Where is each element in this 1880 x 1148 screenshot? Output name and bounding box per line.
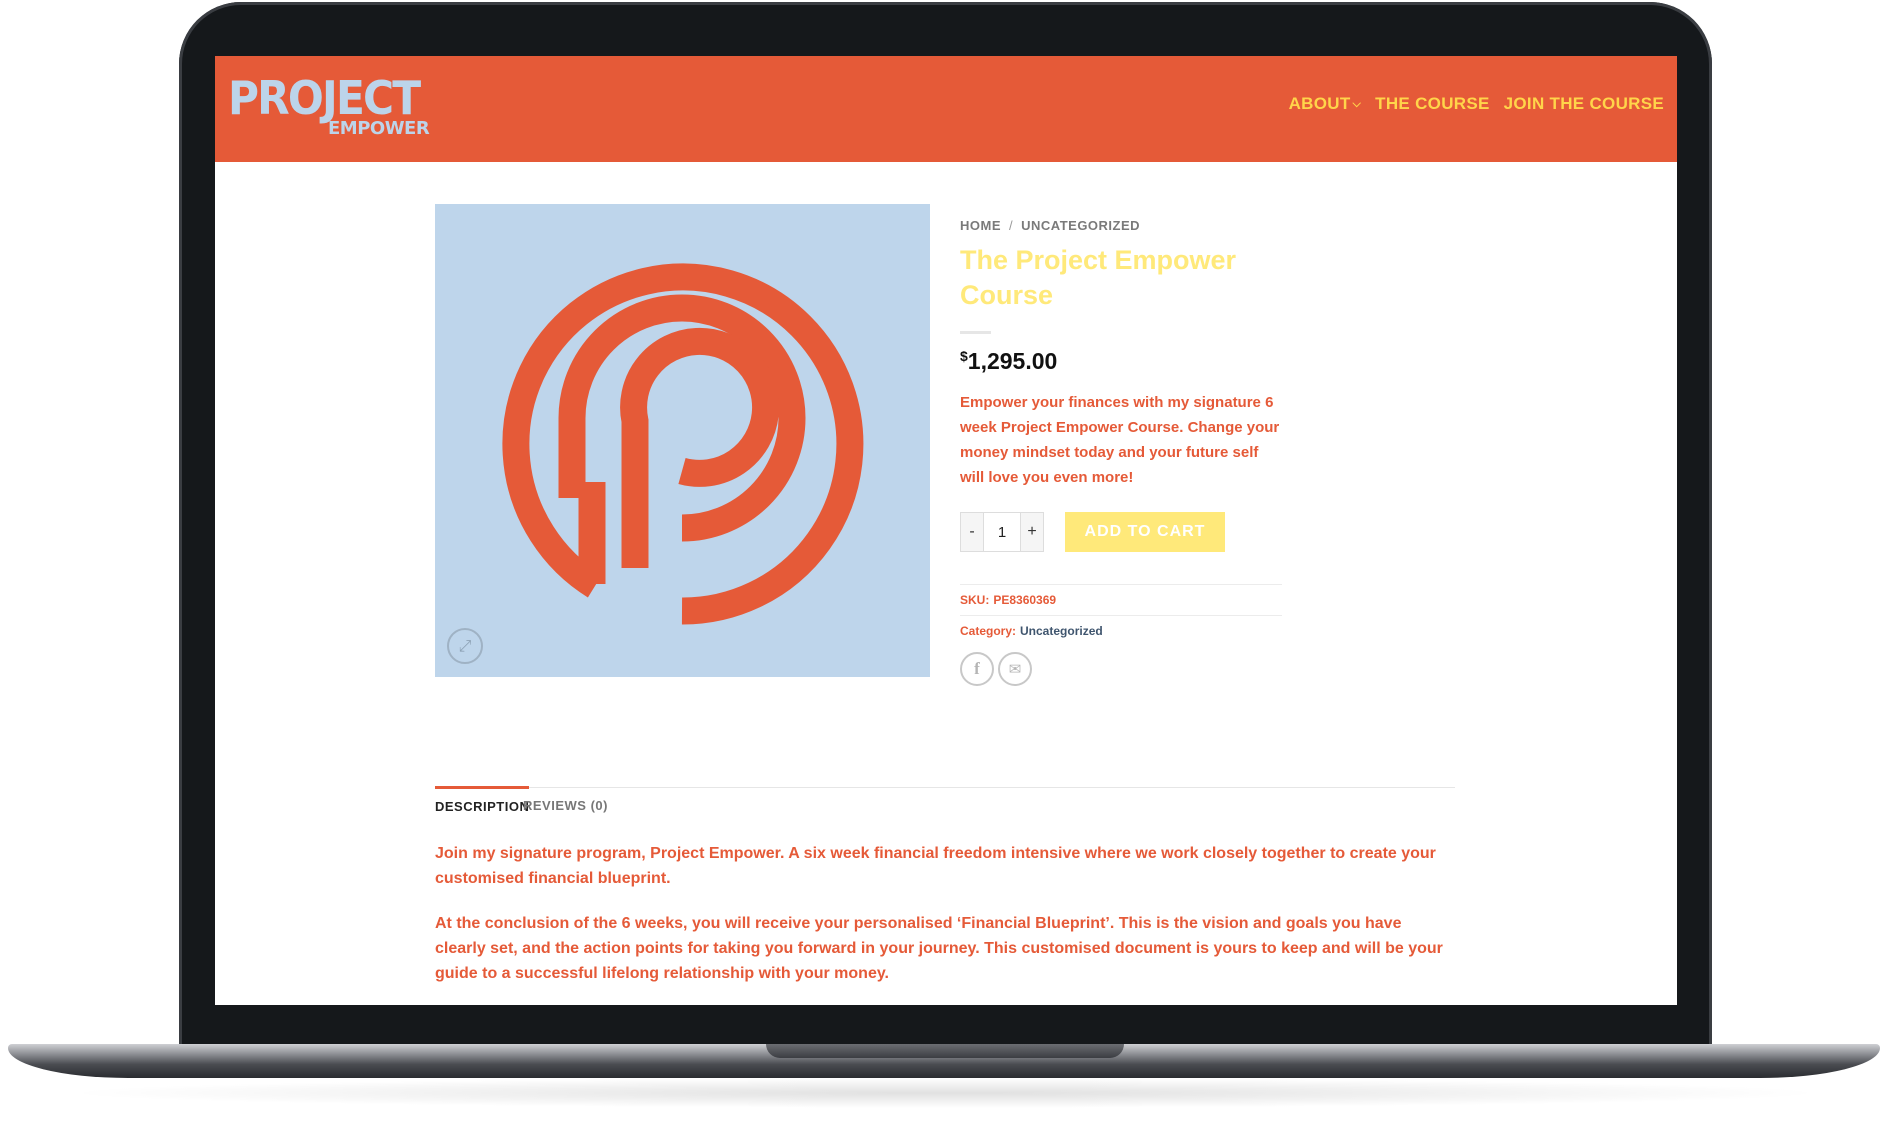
site-header: PROJECT EMPOWER ABOUT ⌵ THE COURSE JOIN … xyxy=(215,56,1677,162)
price-amount: 1,295.00 xyxy=(967,348,1058,374)
p-logo-icon xyxy=(502,263,864,625)
product-tabs: DESCRIPTION REVIEWS (0) xyxy=(435,786,1455,823)
logo-sub-text: EMPOWER xyxy=(328,118,430,139)
quantity-minus-button[interactable]: - xyxy=(961,513,983,551)
site-logo[interactable]: PROJECT EMPOWER xyxy=(228,72,438,146)
breadcrumb-home[interactable]: HOME xyxy=(960,218,1001,233)
chevron-down-icon: ⌵ xyxy=(1352,97,1362,110)
breadcrumb-separator: / xyxy=(1009,218,1014,233)
product-short-description: Empower your finances with my signature … xyxy=(960,394,1280,486)
add-to-cart-row: - + ADD TO CART xyxy=(960,512,1282,552)
browser-screen: PROJECT EMPOWER ABOUT ⌵ THE COURSE JOIN … xyxy=(215,56,1677,1005)
product-summary: HOME / UNCATEGORIZED The Project Empower C… xyxy=(960,204,1282,686)
product-title: The Project Empower Course xyxy=(960,245,1237,310)
expand-icon[interactable]: ⤢ xyxy=(447,628,483,664)
nav-item-join-the-course[interactable]: JOIN THE COURSE xyxy=(1504,94,1664,114)
category-row: Category: Uncategorized xyxy=(960,616,1282,646)
description-paragraph: At the conclusion of the 6 weeks, you wi… xyxy=(435,915,1443,982)
breadcrumb-category[interactable]: UNCATEGORIZED xyxy=(1021,218,1140,233)
logo-main-text: PROJECT xyxy=(228,71,421,125)
nav-item-label: JOIN THE COURSE xyxy=(1503,94,1664,113)
sku-row: SKU: PE8360369 xyxy=(960,585,1282,616)
tab-reviews[interactable]: REVIEWS (0) xyxy=(523,788,608,822)
share-buttons: f ✉ xyxy=(960,652,1282,686)
description-paragraph: Join my signature program, Project Empow… xyxy=(435,845,1436,887)
quantity-stepper: - + xyxy=(960,512,1044,552)
main-nav: ABOUT ⌵ THE COURSE JOIN THE COURSE xyxy=(1289,94,1664,114)
product-price: $1,295.00 xyxy=(960,348,1282,375)
breadcrumb: HOME / UNCATEGORIZED xyxy=(960,218,1282,233)
product-meta: SKU: PE8360369 Category: Uncategorized xyxy=(960,584,1282,646)
sku-value: PE8360369 xyxy=(993,593,1057,607)
nav-item-label: THE COURSE xyxy=(1375,94,1490,113)
description-panel: Join my signature program, Project Empow… xyxy=(435,841,1445,1005)
sku-label: SKU: xyxy=(960,593,990,607)
quantity-plus-button[interactable]: + xyxy=(1021,513,1043,551)
product-image[interactable]: ⤢ xyxy=(435,204,930,677)
nav-item-label: ABOUT xyxy=(1288,94,1351,113)
facebook-icon[interactable]: f xyxy=(960,652,994,686)
nav-item-the-course[interactable]: THE COURSE xyxy=(1375,94,1489,114)
quantity-input[interactable] xyxy=(983,513,1021,551)
category-link[interactable]: Uncategorized xyxy=(1020,624,1103,638)
tab-description[interactable]: DESCRIPTION xyxy=(435,786,530,823)
currency-symbol: $ xyxy=(960,348,968,364)
laptop-notch xyxy=(766,1044,1124,1058)
laptop-shadow xyxy=(60,1078,1830,1108)
category-label: Category: xyxy=(960,624,1017,638)
nav-item-about[interactable]: ABOUT ⌵ xyxy=(1289,94,1362,114)
title-divider xyxy=(960,331,991,334)
add-to-cart-button[interactable]: ADD TO CART xyxy=(1065,512,1225,552)
email-icon[interactable]: ✉ xyxy=(998,652,1032,686)
